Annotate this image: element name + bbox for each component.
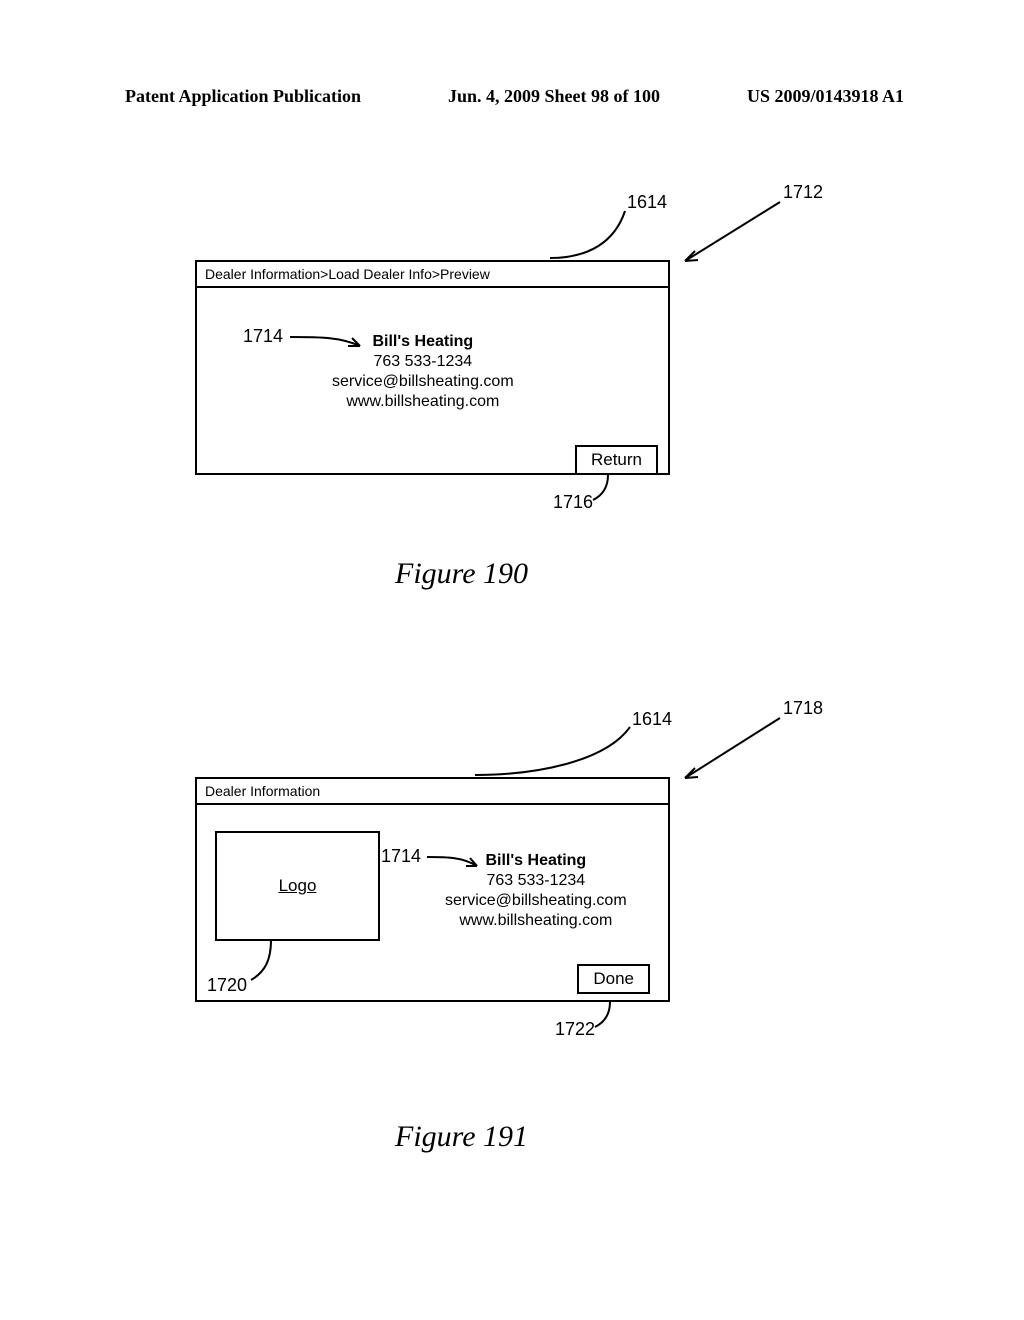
return-button[interactable]: Return — [575, 445, 658, 475]
dealer-phone: 763 533-1234 — [332, 352, 514, 372]
dealer-phone: 763 533-1234 — [445, 871, 627, 891]
ref-1614-190: 1614 — [627, 192, 667, 213]
ref-1714-191: 1714 — [381, 846, 421, 867]
dealer-email: service@billsheating.com — [445, 891, 627, 911]
figure-190: Dealer Information>Load Dealer Info>Prev… — [195, 260, 670, 475]
ref-1714-190: 1714 — [243, 326, 283, 347]
logo-placeholder: Logo — [215, 831, 380, 941]
header-left: Patent Application Publication — [125, 86, 361, 107]
dealer-web: www.billsheating.com — [445, 911, 627, 931]
ref-1720: 1720 — [207, 975, 247, 996]
caption-190: Figure 190 — [395, 557, 528, 591]
dealer-email: service@billsheating.com — [332, 372, 514, 392]
screen-body-190: Bill's Heating 763 533-1234 service@bill… — [197, 288, 668, 473]
breadcrumb-191: Dealer Information — [197, 779, 668, 805]
done-button[interactable]: Done — [577, 964, 650, 994]
caption-191: Figure 191 — [395, 1120, 528, 1154]
ref-1712: 1712 — [783, 182, 823, 203]
header-center: Jun. 4, 2009 Sheet 98 of 100 — [448, 86, 660, 107]
header-right: US 2009/0143918 A1 — [747, 86, 904, 107]
ref-1614-191: 1614 — [632, 709, 672, 730]
page-header: Patent Application Publication Jun. 4, 2… — [0, 86, 1024, 107]
dealer-web: www.billsheating.com — [332, 392, 514, 412]
screen-190: Dealer Information>Load Dealer Info>Prev… — [195, 260, 670, 475]
ref-1716: 1716 — [553, 492, 593, 513]
figure-191: Dealer Information Logo Bill's Heating 7… — [195, 777, 670, 1002]
ref-1718: 1718 — [783, 698, 823, 719]
logo-label: Logo — [279, 876, 317, 896]
ref-1722: 1722 — [555, 1019, 595, 1040]
